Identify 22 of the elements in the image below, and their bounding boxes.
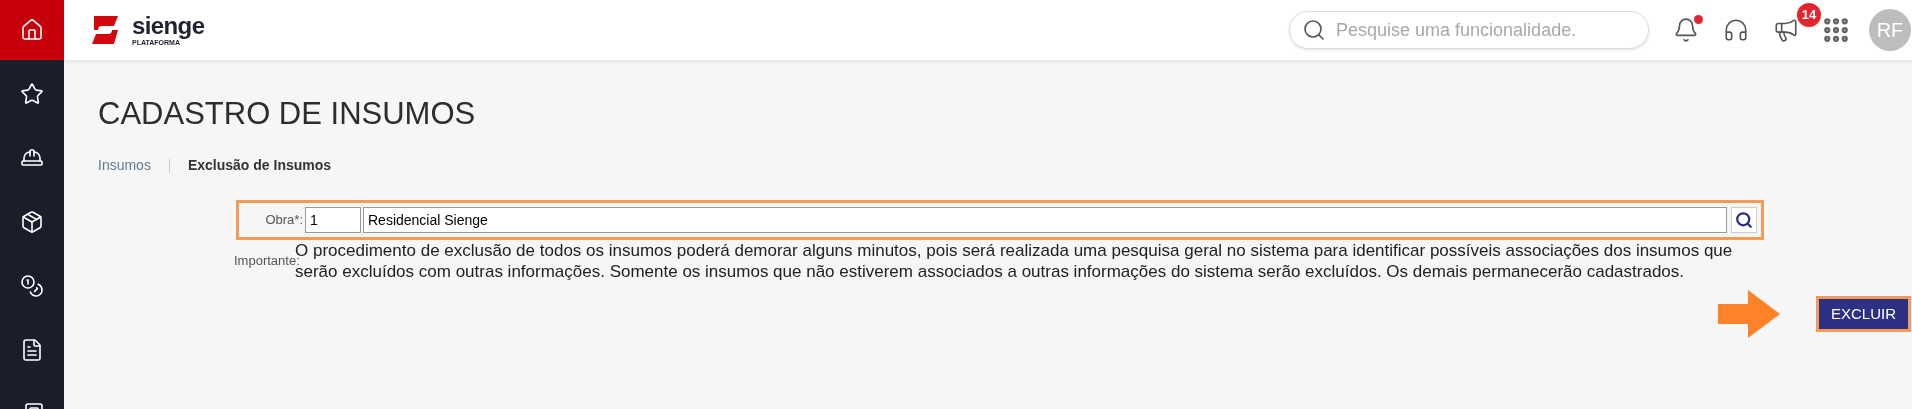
breadcrumb-item: Exclusão de Insumos [187, 156, 332, 175]
name-field[interactable]: Residencial Sienge [363, 207, 1727, 233]
star-icon [20, 82, 44, 106]
search-button[interactable] [1731, 207, 1757, 233]
field-label: Obra*: [264, 211, 303, 230]
page-title: CADASTRO DE INSUMOS [98, 98, 477, 129]
coins-icon [20, 274, 44, 298]
notification-icon[interactable] [1673, 17, 1699, 43]
megaphone-icon[interactable] [1773, 17, 1799, 43]
breadcrumb-item[interactable]: Insumos [98, 155, 151, 176]
search-bar[interactable]: Pesquise uma funcionalidade. [1289, 11, 1649, 49]
home-icon [20, 18, 44, 42]
box-icon [20, 210, 44, 234]
apps-grid-icon[interactable] [1821, 15, 1851, 45]
code-field[interactable]: 1 [305, 207, 361, 233]
arrow-icon [1717, 290, 1780, 338]
headset-icon[interactable] [1723, 17, 1749, 43]
count-badge: 14 [1797, 3, 1821, 27]
delete-button[interactable]: EXCLUIR [1815, 296, 1911, 332]
search-field[interactable]: Pesquise uma funcionalidade. [1336, 16, 1636, 44]
search-icon [1302, 18, 1326, 42]
document-icon [20, 338, 44, 362]
